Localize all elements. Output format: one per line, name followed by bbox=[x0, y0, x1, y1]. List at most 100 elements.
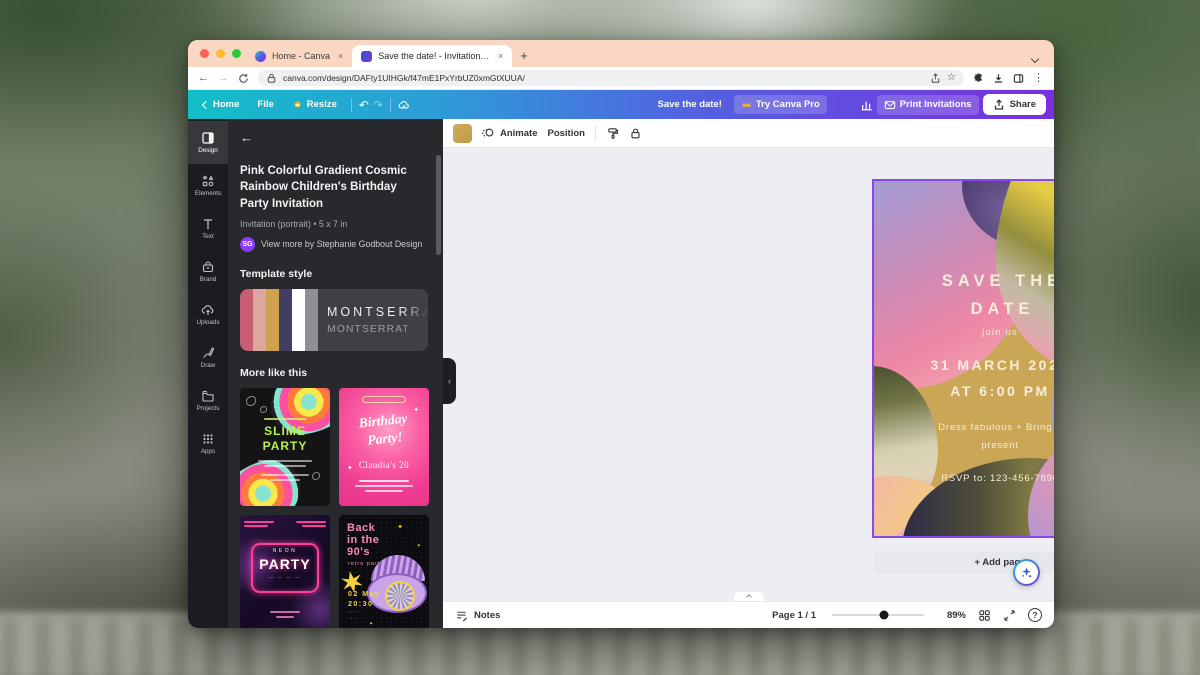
home-button[interactable]: Home bbox=[196, 95, 246, 114]
star-icon: ✦ bbox=[397, 523, 403, 531]
tab-close-icon[interactable]: × bbox=[338, 51, 343, 61]
bookmark-star-icon[interactable]: ☆ bbox=[947, 73, 956, 83]
text-icon bbox=[201, 217, 215, 231]
share-button[interactable]: Share bbox=[982, 94, 1046, 115]
invitation-date: 31 MARCH 2025 bbox=[930, 357, 1054, 373]
rail-item-projects[interactable]: Projects bbox=[188, 379, 228, 422]
grid-view-icon[interactable] bbox=[978, 609, 991, 622]
invitation-subheading[interactable]: join us bbox=[874, 327, 1054, 338]
doodle bbox=[312, 471, 320, 480]
envelope-icon bbox=[884, 99, 896, 111]
tab-label: Home - Canva bbox=[272, 51, 331, 61]
panel-scrollbar[interactable] bbox=[436, 155, 441, 255]
download-icon[interactable] bbox=[993, 73, 1004, 84]
micro-text: ···· ··· ····· bbox=[348, 609, 360, 622]
template-style-heading: Template style bbox=[240, 267, 313, 280]
reload-icon[interactable] bbox=[238, 73, 249, 84]
star-icon: ✦ bbox=[416, 542, 421, 549]
invitation-datetime[interactable]: 31 MARCH 2025 AT 6:00 PM bbox=[874, 353, 1054, 405]
zoom-slider[interactable] bbox=[832, 610, 924, 620]
thumb-title-line: PARTY bbox=[259, 555, 311, 572]
panel-back-button[interactable]: ← bbox=[240, 130, 253, 145]
side-panel-icon[interactable] bbox=[1013, 73, 1024, 84]
design-panel: ← Pink Colorful Gradient Cosmic Rainbow … bbox=[228, 119, 443, 628]
copy-style-roller-icon[interactable] bbox=[606, 127, 619, 140]
browser-back-button[interactable]: ← bbox=[198, 72, 209, 84]
thumb-date: 02 May bbox=[348, 590, 381, 598]
rail-item-design[interactable]: Design bbox=[188, 121, 228, 164]
notes-button[interactable]: Notes bbox=[455, 609, 500, 622]
help-button[interactable]: ? bbox=[1028, 608, 1042, 622]
undo-icon[interactable]: ↶ bbox=[359, 99, 369, 111]
share-page-icon[interactable] bbox=[930, 72, 941, 84]
workspace[interactable]: SAVE THE DATE join us 31 MARCH 2025 AT 6… bbox=[443, 148, 1054, 601]
minimize-window-button[interactable] bbox=[216, 49, 225, 58]
file-menu-button[interactable]: File bbox=[250, 95, 280, 114]
editor-toolbar: Home File Resize ↶ ↷ Save the date! Try … bbox=[188, 90, 1054, 119]
editor-main: Design Elements Text Brand Uploads Draw … bbox=[188, 119, 1054, 628]
zoom-slider-handle[interactable] bbox=[879, 610, 889, 620]
browser-menu-kebab-icon[interactable]: ⋮ bbox=[1033, 72, 1044, 84]
tab-save-the-date[interactable]: Save the date! - Invitation (por × bbox=[352, 45, 513, 67]
canva-assistant-button[interactable] bbox=[1013, 559, 1040, 586]
template-byline[interactable]: SG View more by Stephanie Godbout Design bbox=[240, 236, 431, 252]
fill-color-swatch[interactable] bbox=[453, 123, 472, 143]
rail-item-elements[interactable]: Elements bbox=[188, 164, 228, 207]
template-style-card[interactable]: MONTSERRAT MONTSERRAT bbox=[240, 288, 428, 351]
author-avatar[interactable]: SG bbox=[240, 236, 255, 252]
extensions-puzzle-icon[interactable] bbox=[973, 72, 984, 84]
invitation-note[interactable]: Dress fabulous + Bring a present bbox=[874, 419, 1054, 455]
fullscreen-icon[interactable] bbox=[1003, 609, 1016, 622]
rail-item-uploads[interactable]: Uploads bbox=[188, 293, 228, 336]
template-thumb-neon-party[interactable]: NEON PARTY — — — — bbox=[240, 514, 330, 628]
tab-search-chevron-icon[interactable] bbox=[1030, 49, 1040, 64]
tab-label: Save the date! - Invitation (por bbox=[378, 51, 491, 61]
document-title[interactable]: Save the date! bbox=[657, 99, 721, 110]
folder-icon bbox=[201, 389, 215, 403]
stripe-decor bbox=[296, 520, 326, 523]
rail-item-brand[interactable]: Brand bbox=[188, 250, 228, 293]
stripe-decor bbox=[244, 524, 268, 527]
macos-traffic-lights bbox=[200, 49, 241, 58]
panel-collapse-handle[interactable]: ‹ bbox=[443, 358, 456, 404]
template-thumb-birthday-party[interactable]: Birthday Party! Claudia's 20 ✦ ✦ bbox=[339, 387, 429, 506]
browser-action-icons: ⋮ bbox=[973, 72, 1044, 84]
notes-icon bbox=[455, 609, 468, 622]
tab-home-canva[interactable]: Home - Canva × bbox=[246, 45, 352, 67]
invitation-time: AT 6:00 PM bbox=[950, 382, 1050, 399]
template-title: Pink Colorful Gradient Cosmic Rainbow Ch… bbox=[240, 165, 407, 210]
close-window-button[interactable] bbox=[200, 49, 209, 58]
crown-icon bbox=[742, 102, 751, 107]
try-canva-pro-button[interactable]: Try Canva Pro bbox=[733, 95, 827, 114]
resize-button[interactable]: Resize bbox=[285, 95, 344, 114]
rail-item-text[interactable]: Text bbox=[188, 207, 228, 250]
position-button[interactable]: Position bbox=[547, 128, 584, 139]
design-page[interactable]: SAVE THE DATE join us 31 MARCH 2025 AT 6… bbox=[874, 181, 1054, 536]
tab-close-icon[interactable]: × bbox=[498, 51, 503, 61]
rail-item-draw[interactable]: Draw bbox=[188, 336, 228, 379]
insights-chart-icon[interactable] bbox=[861, 99, 873, 111]
animate-button[interactable]: Animate bbox=[482, 127, 537, 140]
micro-text bbox=[264, 464, 306, 467]
new-tab-button[interactable]: + bbox=[520, 48, 528, 63]
zoom-window-button[interactable] bbox=[232, 49, 241, 58]
canvas-column: Animate Position SAVE THE DATE join us 3… bbox=[443, 119, 1054, 628]
print-invitations-button[interactable]: Print Invitations bbox=[876, 94, 979, 115]
browser-forward-button[interactable]: → bbox=[218, 72, 229, 84]
redo-icon[interactable]: ↷ bbox=[373, 99, 383, 111]
zoom-percentage[interactable]: 89% bbox=[940, 610, 966, 621]
collapse-statusbar-tab[interactable] bbox=[733, 592, 764, 601]
font-preview: MONTSERRAT MONTSERRAT bbox=[318, 288, 428, 351]
invitation-heading[interactable]: SAVE THE DATE bbox=[874, 267, 1054, 323]
rail-item-apps[interactable]: Apps bbox=[188, 422, 228, 465]
template-thumb-back-in-the-90s[interactable]: Back in the 90's retro party 02 May 20:3… bbox=[339, 514, 429, 628]
template-thumb-slime-party[interactable]: SLIME PARTY bbox=[240, 387, 330, 506]
address-field[interactable]: canva.com/design/DAFty1UIHGk/f47mE1PxYrb… bbox=[258, 70, 964, 86]
author-link[interactable]: View more by Stephanie Godbout Design bbox=[261, 239, 422, 249]
micro-text bbox=[258, 459, 312, 462]
brand-kit-icon bbox=[201, 260, 215, 274]
doodle bbox=[260, 405, 267, 413]
lock-icon[interactable] bbox=[629, 127, 642, 140]
apps-grid-icon bbox=[201, 432, 215, 446]
invitation-rsvp[interactable]: RSVP to: 123-456-7890 bbox=[874, 473, 1054, 484]
